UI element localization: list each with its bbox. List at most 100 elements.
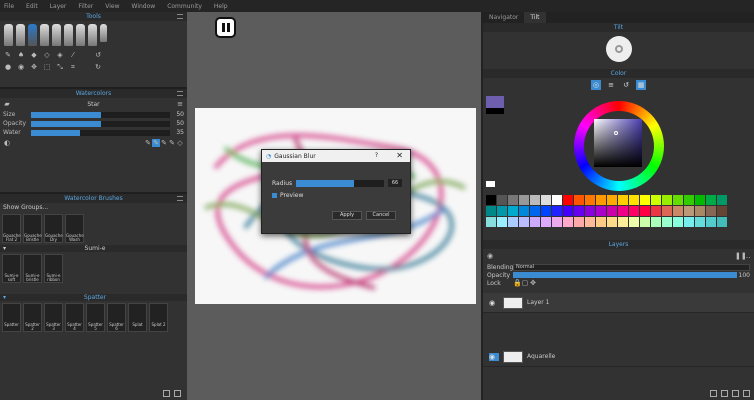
- palette-swatch[interactable]: [695, 206, 705, 216]
- palette-swatch[interactable]: [640, 217, 650, 227]
- brush-thumb[interactable]: Spatter: [2, 303, 21, 332]
- apply-button[interactable]: Apply: [332, 211, 362, 220]
- menu-community[interactable]: Community: [167, 3, 202, 10]
- palette-swatch[interactable]: [563, 217, 573, 227]
- blending-select[interactable]: Normal: [513, 263, 750, 271]
- preset-name[interactable]: Star: [11, 101, 176, 108]
- pause-layer-icon[interactable]: ❚❚: [735, 252, 747, 260]
- palette-swatch[interactable]: [673, 206, 683, 216]
- panel-menu-icon[interactable]: [177, 14, 183, 19]
- brush-thumb[interactable]: Spatter 2: [23, 303, 42, 332]
- palette-swatch[interactable]: [618, 206, 628, 216]
- smudge-icon[interactable]: ♠: [17, 51, 25, 59]
- menu-layer[interactable]: Layer: [50, 3, 67, 10]
- palette-swatch[interactable]: [629, 217, 639, 227]
- brush-thumb[interactable]: Gouache Flat 2: [2, 214, 21, 243]
- palette-swatch[interactable]: [629, 206, 639, 216]
- lock-icon[interactable]: 🔒: [513, 279, 522, 287]
- palette-swatch[interactable]: [662, 195, 672, 205]
- current-color-swatch[interactable]: [486, 96, 504, 108]
- saturation-value-square[interactable]: [594, 119, 642, 167]
- color-wheel-icon[interactable]: ◎: [591, 80, 601, 90]
- shape-icon[interactable]: ◈: [56, 51, 64, 59]
- palette-swatch[interactable]: [629, 195, 639, 205]
- palette-swatch[interactable]: [607, 195, 617, 205]
- picker-icon[interactable]: ⁄: [69, 51, 77, 59]
- palette-swatch[interactable]: [585, 195, 595, 205]
- eyedropper-icon[interactable]: ✎: [4, 51, 12, 59]
- palette-swatch[interactable]: [497, 217, 507, 227]
- menu-edit[interactable]: Edit: [26, 3, 38, 10]
- marker-tool[interactable]: [28, 24, 37, 46]
- chalk-tool[interactable]: [88, 24, 97, 46]
- cancel-button[interactable]: Cancel: [366, 211, 396, 220]
- brush-thumb[interactable]: Splat 2: [149, 303, 168, 332]
- palette-swatch[interactable]: [640, 206, 650, 216]
- palette-swatch[interactable]: [486, 217, 496, 227]
- palette-swatch[interactable]: [486, 206, 496, 216]
- palette-swatch[interactable]: [530, 206, 540, 216]
- palette-swatch[interactable]: [585, 217, 595, 227]
- show-groups[interactable]: Show Groups...: [0, 203, 187, 212]
- eye-icon[interactable]: ◉: [489, 299, 499, 307]
- blend-mode-icon[interactable]: ◐: [3, 139, 11, 147]
- brush-tool[interactable]: [52, 24, 61, 46]
- pencil-tool[interactable]: [4, 24, 13, 46]
- spatter-section[interactable]: ▾ Spatter: [0, 294, 187, 301]
- mode-brush-icon[interactable]: ✎: [144, 139, 152, 147]
- fill-icon[interactable]: ◆: [30, 51, 38, 59]
- palette-swatch[interactable]: [497, 206, 507, 216]
- layer-opacity-slider[interactable]: [513, 272, 737, 278]
- layer-row[interactable]: ◉ Aquarelle: [483, 347, 754, 367]
- palette-swatch[interactable]: [541, 206, 551, 216]
- mode-dry-icon[interactable]: ✎: [160, 139, 168, 147]
- history-icon[interactable]: ↺: [621, 80, 631, 90]
- palette-swatch[interactable]: [530, 195, 540, 205]
- palette-swatch[interactable]: [497, 195, 507, 205]
- palette-swatch[interactable]: [618, 195, 628, 205]
- watercolor-tool[interactable]: [76, 24, 85, 46]
- palette-swatch[interactable]: [717, 206, 727, 216]
- palette-swatch[interactable]: [695, 217, 705, 227]
- layer-row[interactable]: ◉ Layer 1: [483, 293, 754, 313]
- palette-swatch[interactable]: [541, 217, 551, 227]
- palette-swatch[interactable]: [717, 195, 727, 205]
- tab-tilt[interactable]: Tilt: [524, 12, 546, 23]
- menu-filter[interactable]: Filter: [78, 3, 93, 10]
- brush-thumb[interactable]: Spatter 4: [65, 303, 84, 332]
- brush-thumb[interactable]: Gouache Bristle: [23, 214, 42, 243]
- sliders-icon[interactable]: ≡: [606, 80, 616, 90]
- tab-navigator[interactable]: Navigator: [483, 12, 524, 23]
- palette-swatch[interactable]: [519, 206, 529, 216]
- checkbox-icon[interactable]: [272, 193, 277, 198]
- palette-swatch[interactable]: [541, 195, 551, 205]
- transform-icon[interactable]: ⤡: [56, 63, 64, 71]
- palette-swatch[interactable]: [618, 217, 628, 227]
- pause-icon[interactable]: [215, 17, 236, 38]
- palette-swatch[interactable]: [651, 195, 661, 205]
- palette-swatch[interactable]: [563, 206, 573, 216]
- bw-swatch[interactable]: [486, 181, 495, 187]
- brush-thumb[interactable]: Spatter 5: [86, 303, 105, 332]
- opacity-slider[interactable]: [31, 120, 170, 127]
- palette-swatch[interactable]: [552, 195, 562, 205]
- palette-swatch[interactable]: [596, 217, 606, 227]
- more-icon[interactable]: …: [743, 252, 751, 260]
- menu-view[interactable]: View: [105, 3, 119, 10]
- palette-swatch[interactable]: [651, 217, 661, 227]
- help-button[interactable]: ?: [375, 152, 378, 159]
- palette-swatch[interactable]: [684, 206, 694, 216]
- eraser-icon[interactable]: ◇: [43, 51, 51, 59]
- palette-swatch[interactable]: [717, 217, 727, 227]
- palette-swatch[interactable]: [706, 206, 716, 216]
- mode-erase-icon[interactable]: ◇: [176, 139, 184, 147]
- redo-icon[interactable]: ↻: [94, 63, 102, 71]
- palette-swatch[interactable]: [596, 206, 606, 216]
- radius-value[interactable]: 66: [388, 179, 402, 187]
- size-slider[interactable]: [31, 111, 170, 118]
- close-button[interactable]: ✕: [396, 151, 403, 160]
- palette-swatch[interactable]: [563, 195, 573, 205]
- palette-swatch[interactable]: [607, 217, 617, 227]
- palette-swatch[interactable]: [684, 217, 694, 227]
- tilt-widget[interactable]: [483, 32, 754, 66]
